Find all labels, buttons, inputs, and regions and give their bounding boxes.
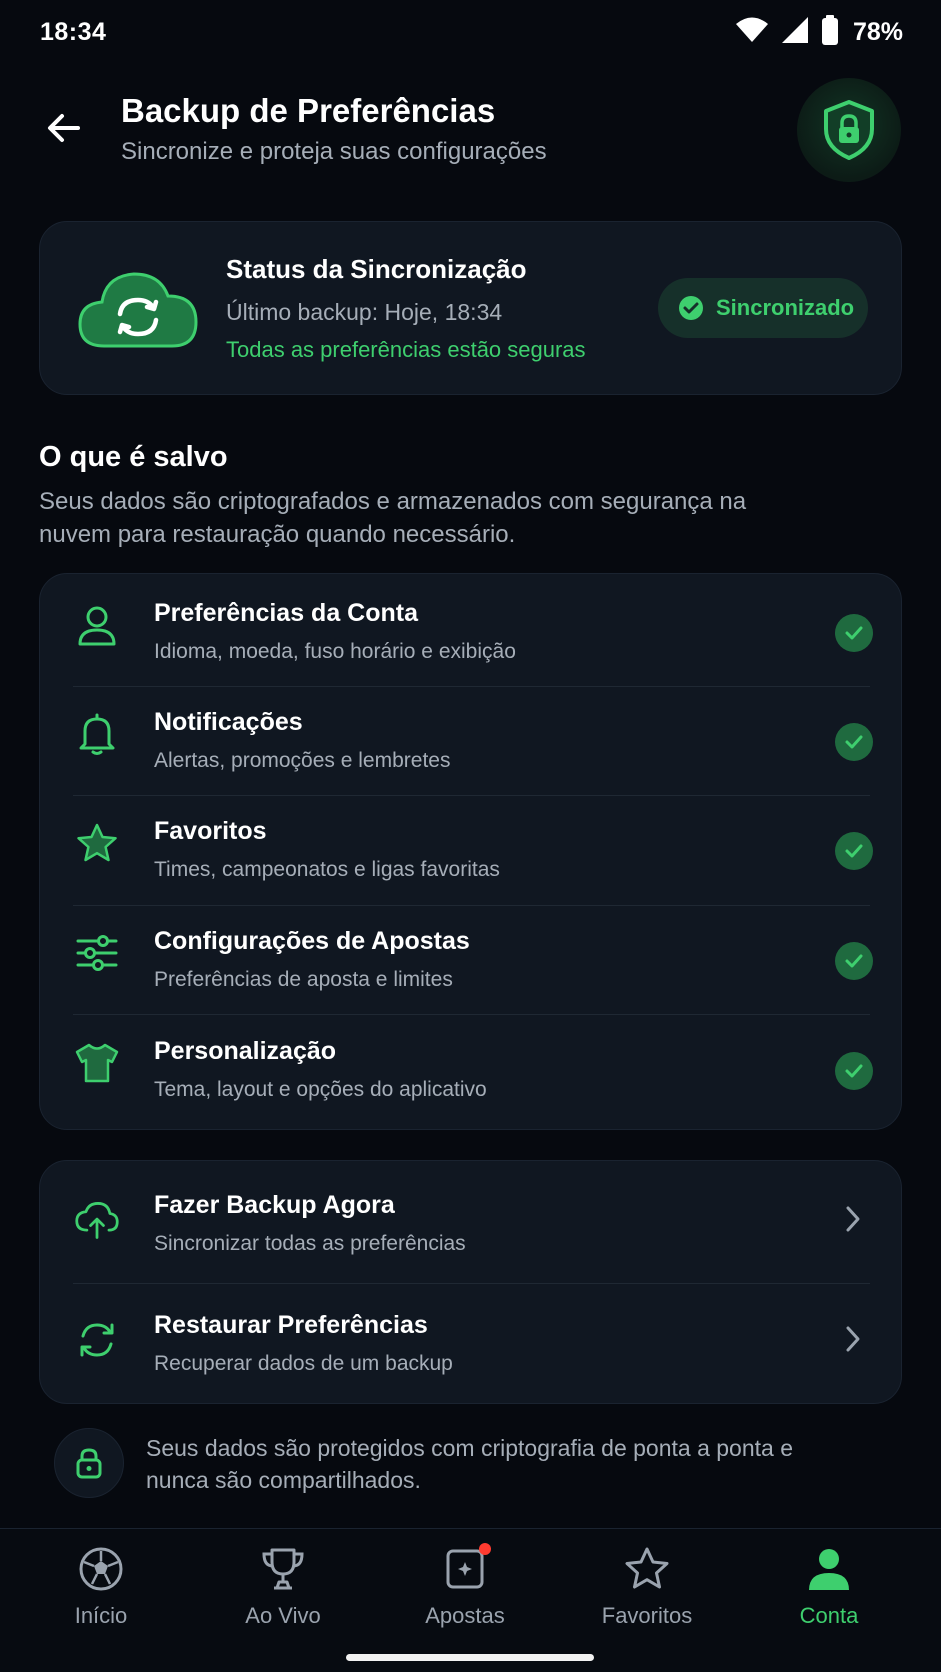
saved-item-account-preferences: Preferências da Conta Idioma, moeda, fus… — [40, 574, 903, 683]
check-icon — [835, 1052, 873, 1090]
back-button[interactable] — [38, 102, 90, 154]
star-icon — [623, 1545, 671, 1593]
sync-safe-message: Todas as preferências estão seguras — [226, 337, 586, 362]
saved-items-card: Preferências da Conta Idioma, moeda, fus… — [39, 573, 902, 1130]
shield-lock-badge — [797, 78, 901, 182]
saved-item-subtitle: Tema, layout e opções do aplicativo — [154, 1078, 487, 1101]
check-icon — [835, 832, 873, 870]
check-icon — [835, 942, 873, 980]
shirt-icon — [74, 1040, 120, 1086]
saved-item-subtitle: Idioma, moeda, fuso horário e exibição — [154, 640, 516, 663]
bottom-navigation: Início Ao Vivo Apostas Favoritos Conta — [0, 1528, 941, 1672]
security-note: Seus dados são protegidos com criptograf… — [54, 1428, 854, 1500]
battery-percentage: 78% — [852, 17, 903, 46]
restore-icon — [74, 1317, 120, 1363]
nav-label: Ao Vivo — [245, 1603, 321, 1628]
sync-status-title: Status da Sincronização — [226, 254, 527, 284]
saved-item-personalization: Personalização Tema, layout e opções do … — [40, 1012, 903, 1121]
action-title: Restaurar Preferências — [154, 1311, 428, 1339]
status-icons: 78% — [735, 14, 903, 50]
nav-label: Início — [74, 1603, 128, 1628]
battery-icon — [821, 14, 839, 50]
saved-item-notifications: Notificações Alertas, promoções e lembre… — [40, 683, 903, 792]
cloud-sync-icon — [76, 262, 200, 354]
nav-item-inicio[interactable]: Início — [21, 1545, 181, 1645]
nav-label: Favoritos — [601, 1603, 693, 1628]
saved-item-favorites: Favoritos Times, campeonatos e ligas fav… — [40, 792, 903, 901]
arrow-left-icon — [48, 114, 80, 142]
saved-item-subtitle: Alertas, promoções e lembretes — [154, 749, 451, 772]
saved-item-title: Configurações de Apostas — [154, 927, 470, 955]
page-header: Backup de Preferências Sincronize e prot… — [0, 78, 941, 188]
status-bar: 18:34 78% — [0, 0, 941, 64]
user-icon — [74, 602, 120, 648]
nav-item-conta[interactable]: Conta — [749, 1545, 909, 1645]
action-subtitle: Sincronizar todas as preferências — [154, 1232, 466, 1255]
saved-item-title: Favoritos — [154, 817, 267, 845]
nav-item-favoritos[interactable]: Favoritos — [567, 1545, 727, 1645]
home-indicator — [346, 1654, 594, 1661]
bell-icon — [74, 711, 120, 757]
status-time: 18:34 — [40, 17, 107, 46]
last-backup-text: Último backup: Hoje, 18:34 — [226, 299, 503, 325]
synced-label: Sincronizado — [716, 295, 855, 320]
cloud-upload-icon — [74, 1197, 120, 1243]
saved-item-title: Personalização — [154, 1037, 337, 1065]
trophy-icon — [259, 1545, 307, 1593]
sliders-icon — [74, 930, 120, 976]
chevron-right-icon — [839, 1205, 867, 1233]
lock-icon — [54, 1428, 124, 1498]
sync-status-card: Status da Sincronização Último backup: H… — [39, 221, 902, 395]
action-subtitle: Recuperar dados de um backup — [154, 1352, 453, 1375]
check-icon — [835, 614, 873, 652]
saved-section-description: Seus dados são criptografados e armazena… — [39, 488, 747, 548]
check-icon — [835, 723, 873, 761]
security-note-text: Seus dados são protegidos com criptograf… — [146, 1435, 793, 1493]
signal-icon — [781, 16, 809, 49]
notification-dot — [479, 1543, 491, 1555]
nav-label: Conta — [799, 1603, 859, 1628]
saved-item-title: Notificações — [154, 708, 303, 736]
check-circle-icon — [679, 296, 703, 320]
backup-actions-card: Fazer Backup Agora Sincronizar todas as … — [39, 1160, 902, 1404]
nav-item-apostas[interactable]: Apostas — [385, 1543, 545, 1645]
saved-item-subtitle: Times, campeonatos e ligas favoritas — [154, 858, 500, 881]
page-title: Backup de Preferências — [121, 92, 496, 129]
action-title: Fazer Backup Agora — [154, 1191, 395, 1219]
saved-item-bet-settings: Configurações de Apostas Preferências de… — [40, 902, 903, 1011]
shield-lock-icon — [824, 100, 874, 160]
nav-label: Apostas — [425, 1603, 505, 1628]
nav-item-ao-vivo[interactable]: Ao Vivo — [203, 1545, 363, 1645]
restore-preferences-button[interactable]: Restaurar Preferências Recuperar dados d… — [40, 1281, 903, 1401]
saved-item-subtitle: Preferências de aposta e limites — [154, 968, 453, 991]
star-icon — [74, 820, 120, 866]
soccer-ball-icon — [77, 1545, 125, 1593]
ticket-icon — [441, 1543, 491, 1593]
saved-section-title: O que é salvo — [39, 441, 228, 473]
saved-item-title: Preferências da Conta — [154, 599, 418, 627]
wifi-icon — [735, 17, 769, 48]
chevron-right-icon — [839, 1325, 867, 1353]
synced-status-badge: Sincronizado — [658, 278, 868, 338]
page-subtitle: Sincronize e proteja suas configurações — [121, 138, 547, 165]
backup-now-button[interactable]: Fazer Backup Agora Sincronizar todas as … — [40, 1161, 903, 1281]
person-icon — [805, 1545, 853, 1593]
